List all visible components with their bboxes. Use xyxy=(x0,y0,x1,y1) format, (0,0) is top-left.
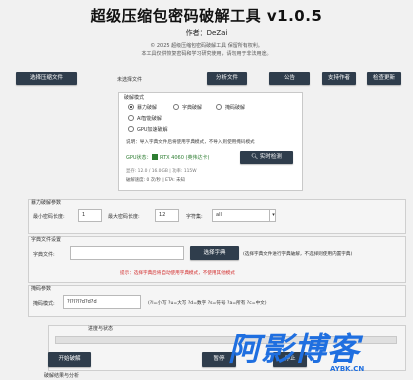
select-file-button[interactable]: 选择压缩文件 xyxy=(16,72,77,85)
speed-line: 破解速度: 0 次/秒 | ETA: 未知 xyxy=(126,178,185,183)
dict-warning: 提示：选择字典后将自动使用字典模式，不使用其他模式 xyxy=(120,271,235,276)
charset-label: 字符集: xyxy=(186,214,203,220)
gpu-name-label: RTX 4060 (英伟达卡) xyxy=(160,155,210,161)
app-title: 超级压缩包密码破解工具 v1.0.5 xyxy=(90,7,323,25)
dict-file-label: 字典文件: xyxy=(33,252,55,258)
progress-title: 进度与状态 xyxy=(88,326,114,332)
mask-label: 掩码模式: xyxy=(33,301,55,307)
support-author-button[interactable]: 支持作者 xyxy=(322,72,356,85)
gpu-enable-checkbox[interactable] xyxy=(152,154,158,160)
dict-file-input[interactable] xyxy=(70,246,184,260)
mask-params-title: 掩码参数 xyxy=(31,286,52,292)
max-length-label: 最大密码长度: xyxy=(108,214,140,220)
search-icon: 🔍︎ xyxy=(251,154,259,160)
dict-settings-title: 字典文件设置 xyxy=(31,237,62,243)
author-label: 作者：DeZai xyxy=(185,29,228,37)
radio-ai[interactable] xyxy=(128,115,134,121)
realtime-detect-label: 实时检测 xyxy=(259,154,282,160)
radio-ai-label: AI智能破解 xyxy=(137,116,162,122)
dict-hint: (选择字典文件进行字典破解，不选择则使用内置字典) xyxy=(243,252,353,257)
watermark-logo: 阿影博客 xyxy=(228,330,361,368)
gpu-stats-line: 显存: 12.0 / 16.0GB | 功率: 115W xyxy=(126,169,197,174)
charset-select[interactable]: all xyxy=(212,209,276,222)
brute-params-title: 暴力破解参数 xyxy=(31,200,62,206)
copyright-line-1: © 2025 超级压缩包密码破解工具 保留所有权利。 xyxy=(150,43,263,49)
chevron-down-icon[interactable]: ▾ xyxy=(269,209,277,222)
min-length-label: 最小密码长度: xyxy=(33,214,65,220)
radio-brute-force-label: 暴力破解 xyxy=(137,105,158,111)
radio-mask-label: 掩码破解 xyxy=(225,105,246,111)
min-length-input[interactable]: 1 xyxy=(78,209,102,222)
select-dict-button[interactable]: 选择字典 xyxy=(190,246,239,260)
realtime-detect-button[interactable]: 🔍︎ 实时检测 xyxy=(240,151,293,164)
start-crack-button[interactable]: 开始破解 xyxy=(48,352,91,367)
crack-mode-title: 破解模式 xyxy=(124,95,145,101)
charset-value: all xyxy=(216,212,222,218)
radio-dictionary-label: 字典破解 xyxy=(182,105,203,111)
radio-gpu-label: GPU加速破解 xyxy=(137,127,168,133)
check-update-button[interactable]: 检查更新 xyxy=(367,72,401,85)
radio-mask[interactable] xyxy=(216,104,222,110)
max-length-input[interactable]: 12 xyxy=(155,209,179,222)
result-analysis-label: 破解结果与分析 xyxy=(44,373,80,379)
file-status-label: 未选择文件 xyxy=(117,77,143,83)
mask-input[interactable]: ?l?l?l?d?d?d xyxy=(63,295,141,309)
announcement-button[interactable]: 公告 xyxy=(269,72,310,85)
analyze-file-button[interactable]: 分析文件 xyxy=(207,72,247,85)
radio-brute-force[interactable] xyxy=(128,104,134,110)
radio-gpu[interactable] xyxy=(128,126,134,132)
watermark-url: AYBK.CN xyxy=(330,365,365,373)
copyright-line-2: 本工具仅供恢复密码和学习研究使用，请勿用于非法用途。 xyxy=(141,51,272,57)
mask-hint: (?l=小写 ?u=大写 ?d=数字 ?s=符号 ?a=所有 ?c=中文) xyxy=(148,301,267,306)
radio-dictionary[interactable] xyxy=(173,104,179,110)
gpu-status-label: GPU状态： xyxy=(126,155,152,161)
crack-mode-note: 说明：导入字典文件后将使用字典模式，不导入则使用掩码模式 xyxy=(126,140,255,145)
